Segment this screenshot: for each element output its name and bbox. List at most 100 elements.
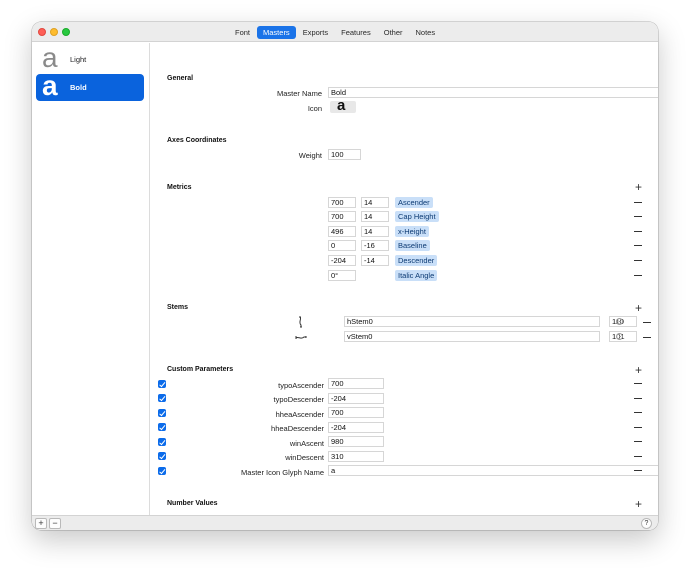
weight-field[interactable]: 100 bbox=[328, 149, 361, 160]
parameter-value-field[interactable]: 700 bbox=[328, 407, 384, 418]
metric-value-field[interactable]: 0° bbox=[328, 270, 356, 281]
remove-parameter-button[interactable] bbox=[634, 441, 642, 442]
metric-overshoot-field[interactable]: 14 bbox=[361, 211, 389, 222]
parameter-enabled-checkbox[interactable] bbox=[158, 409, 166, 417]
master-name-field[interactable]: Bold bbox=[328, 87, 658, 98]
add-stem-button[interactable]: + bbox=[635, 302, 642, 314]
master-settings-panel: General Master Name Bold Icon a Axes Coo… bbox=[150, 43, 658, 515]
tab-font[interactable]: Font bbox=[229, 26, 256, 39]
remove-metric-button[interactable] bbox=[634, 231, 642, 232]
parameter-value-field[interactable]: 310 bbox=[328, 451, 384, 462]
master-item-bold[interactable]: a Bold bbox=[36, 71, 144, 101]
remove-metric-button[interactable] bbox=[634, 275, 642, 276]
stem-name-field[interactable]: vStem0 bbox=[344, 331, 600, 342]
parameter-value-field[interactable]: -204 bbox=[328, 422, 384, 433]
parameter-enabled-checkbox[interactable] bbox=[158, 394, 166, 402]
stem-options-icon[interactable] bbox=[616, 333, 623, 340]
metric-name-chip[interactable]: Ascender bbox=[395, 197, 433, 208]
weight-label: Weight bbox=[298, 151, 322, 160]
metric-name-chip[interactable]: x-Height bbox=[395, 226, 429, 237]
add-metric-button[interactable]: + bbox=[635, 181, 642, 193]
metric-value-field[interactable]: 700 bbox=[328, 197, 356, 208]
parameter-enabled-checkbox[interactable] bbox=[158, 467, 166, 475]
parameter-value-field[interactable]: a bbox=[328, 465, 658, 476]
metric-value-field[interactable]: 700 bbox=[328, 211, 356, 222]
metric-overshoot-field[interactable]: 14 bbox=[361, 226, 389, 237]
add-master-button[interactable]: + bbox=[35, 518, 47, 529]
parameter-value-field[interactable]: -204 bbox=[328, 393, 384, 404]
remove-metric-button[interactable] bbox=[634, 202, 642, 203]
add-custom-parameter-button[interactable]: + bbox=[635, 364, 642, 376]
bottom-toolbar: + − ? bbox=[32, 515, 658, 530]
metric-value-field[interactable]: 0 bbox=[328, 240, 356, 251]
remove-metric-button[interactable] bbox=[634, 245, 642, 246]
tab-notes[interactable]: Notes bbox=[410, 26, 442, 39]
remove-parameter-button[interactable] bbox=[634, 470, 642, 471]
metric-overshoot-field[interactable]: 14 bbox=[361, 197, 389, 208]
section-metrics-title: Metrics bbox=[167, 184, 192, 191]
add-number-value-button[interactable]: + bbox=[635, 498, 642, 510]
parameter-name-label: winDescent bbox=[285, 453, 324, 462]
tab-other[interactable]: Other bbox=[378, 26, 409, 39]
zoom-window-button[interactable] bbox=[62, 28, 70, 36]
stem-value-field[interactable]: 110 bbox=[609, 316, 637, 327]
section-custom-parameters-title: Custom Parameters bbox=[167, 366, 234, 373]
remove-master-button[interactable]: − bbox=[49, 518, 61, 529]
vertical-stem-icon bbox=[295, 336, 307, 339]
master-icon-glyph: a bbox=[337, 97, 346, 114]
metric-overshoot-field[interactable]: -14 bbox=[361, 255, 389, 266]
parameter-name-label: typoDescender bbox=[273, 395, 324, 404]
master-item-label: Bold bbox=[70, 83, 87, 92]
remove-parameter-button[interactable] bbox=[634, 456, 642, 457]
stem-options-icon[interactable] bbox=[616, 318, 623, 325]
tab-features[interactable]: Features bbox=[335, 26, 377, 39]
section-general-title: General bbox=[167, 75, 194, 82]
icon-label: Icon bbox=[307, 104, 322, 113]
horizontal-stem-icon bbox=[299, 316, 302, 328]
section-number-values-title: Number Values bbox=[167, 500, 218, 507]
master-icon-picker[interactable]: a bbox=[330, 97, 356, 114]
parameter-enabled-checkbox[interactable] bbox=[158, 438, 166, 446]
tab-masters[interactable]: Masters bbox=[257, 26, 296, 39]
remove-metric-button[interactable] bbox=[634, 216, 642, 217]
parameter-name-label: typoAscender bbox=[278, 381, 324, 390]
metric-name-chip[interactable]: Descender bbox=[395, 255, 438, 266]
remove-metric-button[interactable] bbox=[634, 260, 642, 261]
stem-value-field[interactable]: 101 bbox=[609, 331, 637, 342]
tab-bar: Font Masters Exports Features Other Note… bbox=[229, 26, 442, 39]
remove-stem-button[interactable] bbox=[643, 322, 651, 323]
remove-parameter-button[interactable] bbox=[634, 427, 642, 428]
metric-name-chip[interactable]: Baseline bbox=[395, 240, 430, 251]
metric-name-chip[interactable]: Cap Height bbox=[395, 211, 439, 222]
parameter-name-label: winAscent bbox=[289, 439, 324, 448]
parameter-name-label: hheaDescender bbox=[271, 424, 324, 433]
parameter-name-label: hheaAscender bbox=[275, 410, 324, 419]
parameter-enabled-checkbox[interactable] bbox=[158, 452, 166, 460]
parameter-enabled-checkbox[interactable] bbox=[158, 423, 166, 431]
metric-value-field[interactable]: 496 bbox=[328, 226, 356, 237]
tab-exports[interactable]: Exports bbox=[297, 26, 334, 39]
section-axes-title: Axes Coordinates bbox=[167, 137, 227, 144]
metric-overshoot-field[interactable]: -16 bbox=[361, 240, 389, 251]
parameter-value-field[interactable]: 980 bbox=[328, 436, 384, 447]
master-name-label: Master Name bbox=[276, 89, 322, 98]
master-item-label: Light bbox=[70, 55, 87, 64]
remove-stem-button[interactable] bbox=[643, 337, 651, 338]
close-window-button[interactable] bbox=[38, 28, 46, 36]
remove-parameter-button[interactable] bbox=[634, 398, 642, 399]
master-glyph-preview: a bbox=[42, 42, 58, 73]
parameter-name-label: Master Icon Glyph Name bbox=[241, 468, 324, 477]
title-bar: Font Masters Exports Features Other Note… bbox=[32, 22, 658, 42]
stem-name-field[interactable]: hStem0 bbox=[344, 316, 600, 327]
metric-name-chip[interactable]: Italic Angle bbox=[395, 270, 438, 281]
masters-sidebar: a Light a Bold bbox=[32, 43, 150, 515]
metric-value-field[interactable]: -204 bbox=[328, 255, 356, 266]
minimize-window-button[interactable] bbox=[50, 28, 58, 36]
master-item-light[interactable]: a Light bbox=[36, 42, 144, 73]
parameter-enabled-checkbox[interactable] bbox=[158, 380, 166, 388]
parameter-value-field[interactable]: 700 bbox=[328, 378, 384, 389]
app-window: Font Masters Exports Features Other Note… bbox=[32, 22, 658, 530]
remove-parameter-button[interactable] bbox=[634, 412, 642, 413]
help-button[interactable]: ? bbox=[641, 518, 652, 529]
remove-parameter-button[interactable] bbox=[634, 383, 642, 384]
